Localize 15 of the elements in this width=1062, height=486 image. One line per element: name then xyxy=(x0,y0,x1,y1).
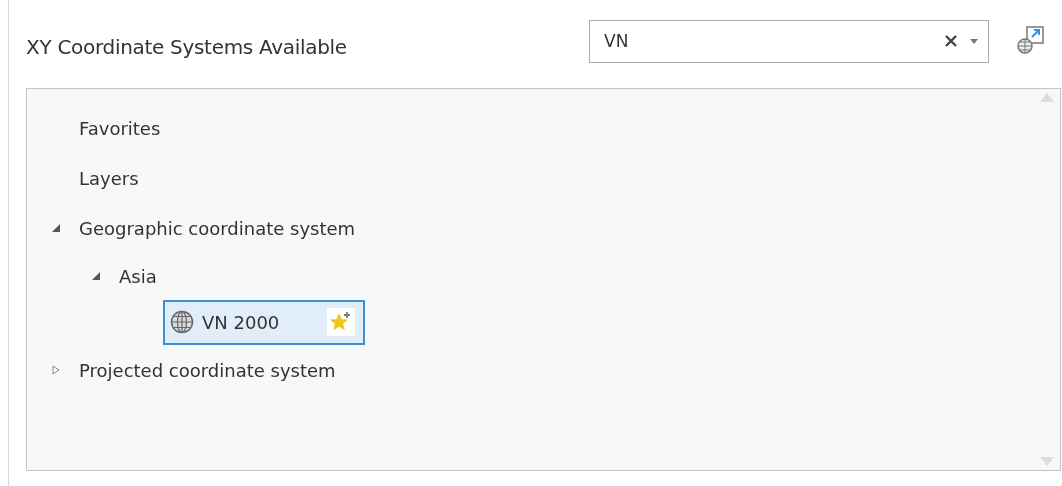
tree-item[interactable]: VN 2000 xyxy=(163,299,366,345)
tree-item[interactable]: Layers xyxy=(79,167,139,189)
tree-item[interactable]: Projected coordinate system xyxy=(79,359,336,381)
tree-item[interactable]: Geographic coordinate system xyxy=(79,217,356,239)
globe-icon xyxy=(170,310,194,334)
caret-icon[interactable] xyxy=(970,38,978,44)
tree-item[interactable]: Favorites xyxy=(79,117,161,139)
dialog-title: XY Coordinate Systems Available xyxy=(26,34,348,59)
clear-icon[interactable] xyxy=(944,34,958,48)
expand-arrow-icon[interactable] xyxy=(51,223,61,233)
search-box[interactable]: VN xyxy=(589,19,989,63)
globe-export-icon[interactable] xyxy=(1015,24,1047,56)
tree-item[interactable]: Asia xyxy=(119,265,157,287)
search-field[interactable]: VN xyxy=(602,30,944,52)
expand-arrow-icon[interactable] xyxy=(91,271,101,281)
